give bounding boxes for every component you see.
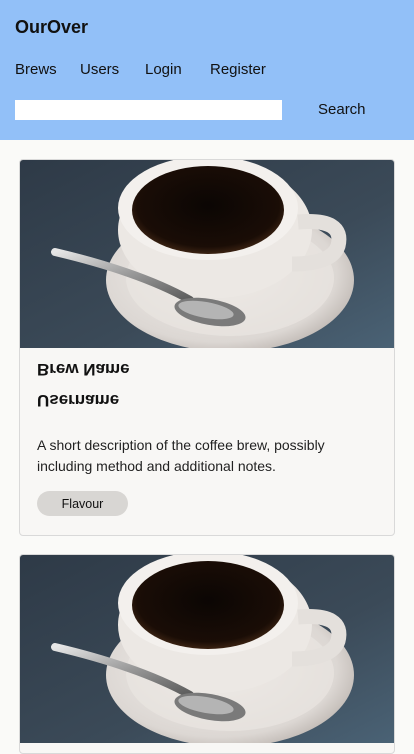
brew-card[interactable] [19, 554, 395, 754]
coffee-cup-photo [20, 555, 394, 743]
flavour-tag[interactable]: Flavour [37, 491, 128, 516]
search-button[interactable]: Search [318, 101, 366, 118]
nav-users[interactable]: Users [80, 61, 119, 78]
brew-card[interactable]: Brew Name Username A short description o… [19, 159, 395, 536]
app-brand[interactable]: OurOver [15, 17, 88, 38]
coffee-cup-photo [20, 160, 394, 348]
nav-brews[interactable]: Brews [15, 61, 57, 78]
nav-register[interactable]: Register [210, 61, 266, 78]
top-header: OurOver Brews Users Login Register Searc… [0, 0, 414, 140]
brew-name[interactable]: Brew Name [37, 359, 130, 379]
search-input[interactable] [15, 100, 282, 120]
brew-description: A short description of the coffee brew, … [37, 437, 325, 474]
brew-username[interactable]: Username [37, 390, 119, 410]
nav-login[interactable]: Login [145, 61, 182, 78]
